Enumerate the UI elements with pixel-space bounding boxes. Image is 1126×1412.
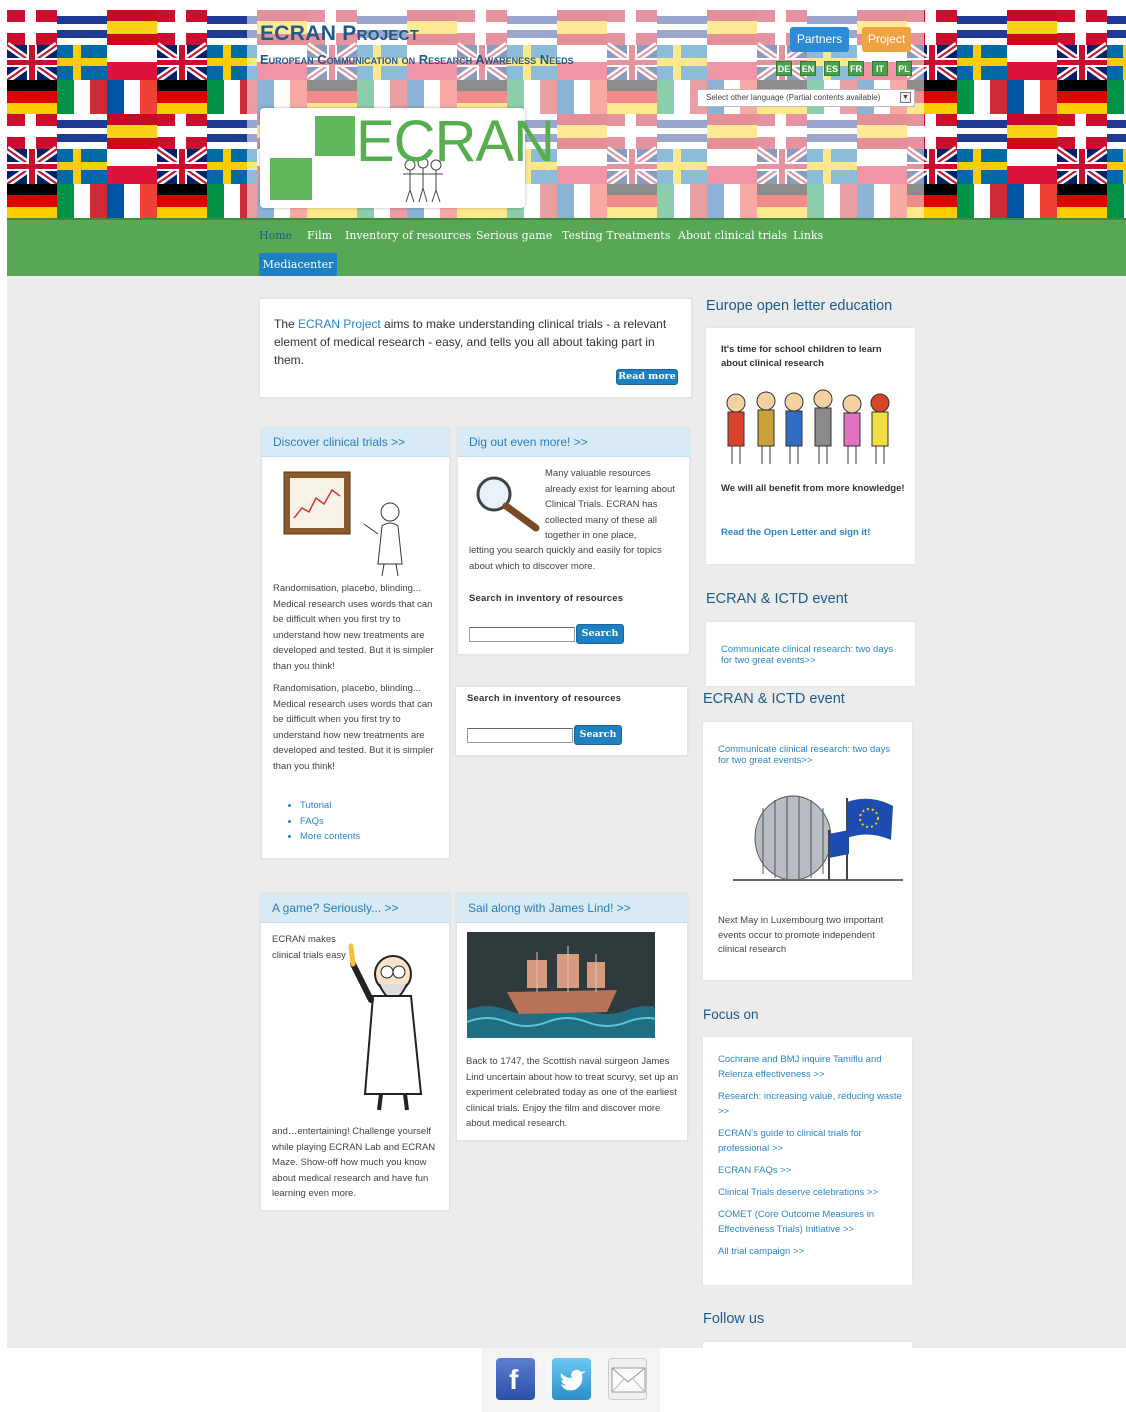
eu-parliament-illustration — [733, 795, 903, 881]
facebook-letter: f — [509, 1364, 519, 1395]
event-box-1: Communicate clinical research: two days … — [706, 622, 915, 686]
game-text-b: and…entertaining! Challenge yourself whi… — [272, 1126, 436, 1199]
search-inventory-box: Search in inventory of resources Search — [455, 686, 688, 756]
discover-title[interactable]: Discover clinical trials >> — [262, 428, 449, 457]
discover-box: Discover clinical trials >> Randomisatio… — [261, 427, 450, 859]
envelope-icon — [611, 1367, 646, 1393]
focus-link-comet[interactable]: COMET (Core Outcome Measures in Effectiv… — [718, 1207, 903, 1237]
event-text: Next May in Luxembourg two important eve… — [718, 915, 884, 955]
dig-title[interactable]: Dig out even more! >> — [458, 428, 689, 457]
game-text-a: ECRAN makes clinical trials easy — [272, 934, 346, 961]
project-button[interactable]: Project — [862, 27, 911, 52]
read-more-button[interactable]: Read more — [616, 369, 678, 385]
nav-home[interactable]: Home — [259, 229, 292, 242]
letter-heading: Europe open letter education — [706, 298, 893, 314]
social-bar: f — [482, 1348, 660, 1412]
logo-text: ECRAN — [356, 109, 555, 174]
main-nav: Home Film Inventory of resources Serious… — [7, 218, 1126, 276]
twitter-icon[interactable] — [552, 1358, 591, 1400]
lang-de-button[interactable]: DE — [776, 61, 792, 76]
event-heading-1: ECRAN & ICTD event — [706, 591, 848, 607]
focus-links: Cochrane and BMJ inquire Tamiflu and Rel… — [718, 1052, 903, 1266]
focus-box: Cochrane and BMJ inquire Tamiflu and Rel… — [703, 1037, 912, 1285]
dig-search-input[interactable] — [469, 627, 575, 642]
lind-box: Sail along with James Lind! >> Back to 1… — [456, 893, 688, 1141]
chevron-down-icon: ▼ — [900, 92, 911, 103]
focus-heading: Focus on — [703, 1007, 759, 1022]
bird-icon — [560, 1369, 586, 1391]
lang-it-button[interactable]: IT — [872, 61, 888, 76]
dig-search-button[interactable]: Search — [576, 624, 624, 644]
search-inventory-label: Search in inventory of resources — [467, 693, 622, 704]
lang-pl-button[interactable]: PL — [896, 61, 912, 76]
language-select-value: Select other language (Partial contents … — [706, 93, 881, 102]
site-subtitle: European Communication on Research Aware… — [260, 52, 574, 67]
magnifier-icon — [476, 476, 540, 532]
tutorial-link[interactable]: Tutorial — [300, 798, 360, 814]
event-link-1[interactable]: Communicate clinical research: two days … — [721, 644, 906, 666]
intro-prefix: The — [274, 317, 299, 331]
search-inventory-input[interactable] — [467, 728, 573, 743]
letter-benefit: We will all benefit from more knowledge! — [721, 483, 905, 494]
event-link-2[interactable]: Communicate clinical research: two days … — [718, 744, 903, 766]
ship-video-thumbnail[interactable] — [467, 932, 655, 1038]
faqs-link[interactable]: FAQs — [300, 814, 360, 830]
facebook-icon[interactable]: f — [496, 1358, 535, 1400]
nav-links[interactable]: Links — [793, 229, 823, 242]
nav-about-clinical-trials[interactable]: About clinical trials — [678, 229, 787, 242]
game-box: A game? Seriously... >> ECRAN makes clin… — [260, 893, 450, 1211]
intro-box: The ECRAN Project aims to make understan… — [259, 298, 692, 398]
focus-link-research-waste[interactable]: Research: increasing value, reducing was… — [718, 1089, 903, 1119]
nav-film[interactable]: Film — [307, 229, 332, 242]
event-heading-2: ECRAN & ICTD event — [703, 691, 845, 707]
letter-box: It's time for school children to learn a… — [706, 328, 915, 564]
children-illustration — [726, 389, 890, 464]
letter-intro: It's time for school children to learn a… — [721, 344, 882, 369]
header-banner: ECRAN Project European Communication on … — [7, 10, 1126, 218]
search-inventory-button[interactable]: Search — [574, 725, 622, 745]
intro-text: The ECRAN Project aims to make understan… — [274, 315, 669, 369]
follow-box — [703, 1342, 912, 1348]
focus-link-faqs[interactable]: ECRAN FAQs >> — [718, 1163, 903, 1178]
nav-testing-treatments[interactable]: Testing Treatments — [562, 229, 670, 242]
discover-links: Tutorial FAQs More contents — [300, 798, 360, 845]
lang-en-button[interactable]: EN — [800, 61, 816, 76]
partners-button[interactable]: Partners — [790, 27, 849, 52]
lang-es-button[interactable]: ES — [824, 61, 840, 76]
doctor-illustration — [348, 943, 423, 1111]
lind-title[interactable]: Sail along with James Lind! >> — [457, 894, 687, 923]
game-title[interactable]: A game? Seriously... >> — [261, 894, 449, 923]
ecran-logo[interactable]: ECRAN — [260, 108, 555, 208]
focus-link-alltrials[interactable]: All trial campaign >> — [718, 1244, 903, 1259]
focus-link-celebrations[interactable]: Clinical Trials deserve celebrations >> — [718, 1185, 903, 1200]
scientist-chart-illustration — [283, 471, 403, 577]
nav-inventory[interactable]: Inventory of resources — [345, 229, 471, 242]
event-box-2: Communicate clinical research: two days … — [703, 722, 912, 980]
mediacenter-button[interactable]: Mediacenter — [259, 253, 337, 276]
lind-text: Back to 1747, the Scottish naval surgeon… — [466, 1056, 679, 1129]
lang-fr-button[interactable]: FR — [848, 61, 864, 76]
language-select[interactable]: Select other language (Partial contents … — [697, 89, 915, 107]
discover-text-2: Randomisation, placebo, blinding... Medi… — [273, 683, 434, 772]
ecran-project-link[interactable]: ECRAN Project — [298, 317, 381, 331]
follow-heading: Follow us — [703, 1311, 765, 1327]
open-letter-link[interactable]: Read the Open Letter and sign it! — [721, 525, 906, 541]
email-icon[interactable] — [608, 1358, 647, 1400]
site-title[interactable]: ECRAN Project — [260, 22, 419, 46]
nav-serious-game[interactable]: Serious game — [476, 229, 552, 242]
focus-link-guide[interactable]: ECRAN's guide to clinical trials for pro… — [718, 1126, 903, 1156]
discover-text-1: Randomisation, placebo, blinding... Medi… — [273, 583, 434, 672]
page-frame: ECRAN Project European Communication on … — [7, 10, 1126, 1348]
more-contents-link[interactable]: More contents — [300, 829, 360, 845]
dig-box: Dig out even more! >> Many valuable reso… — [457, 427, 690, 655]
dig-search-label: Search in inventory of resources — [469, 593, 624, 604]
focus-link-tamiflu[interactable]: Cochrane and BMJ inquire Tamiflu and Rel… — [718, 1052, 903, 1082]
dig-text-a: Many valuable resources already exist fo… — [545, 468, 675, 541]
dig-text-b: letting you search quickly and easily fo… — [469, 545, 662, 572]
